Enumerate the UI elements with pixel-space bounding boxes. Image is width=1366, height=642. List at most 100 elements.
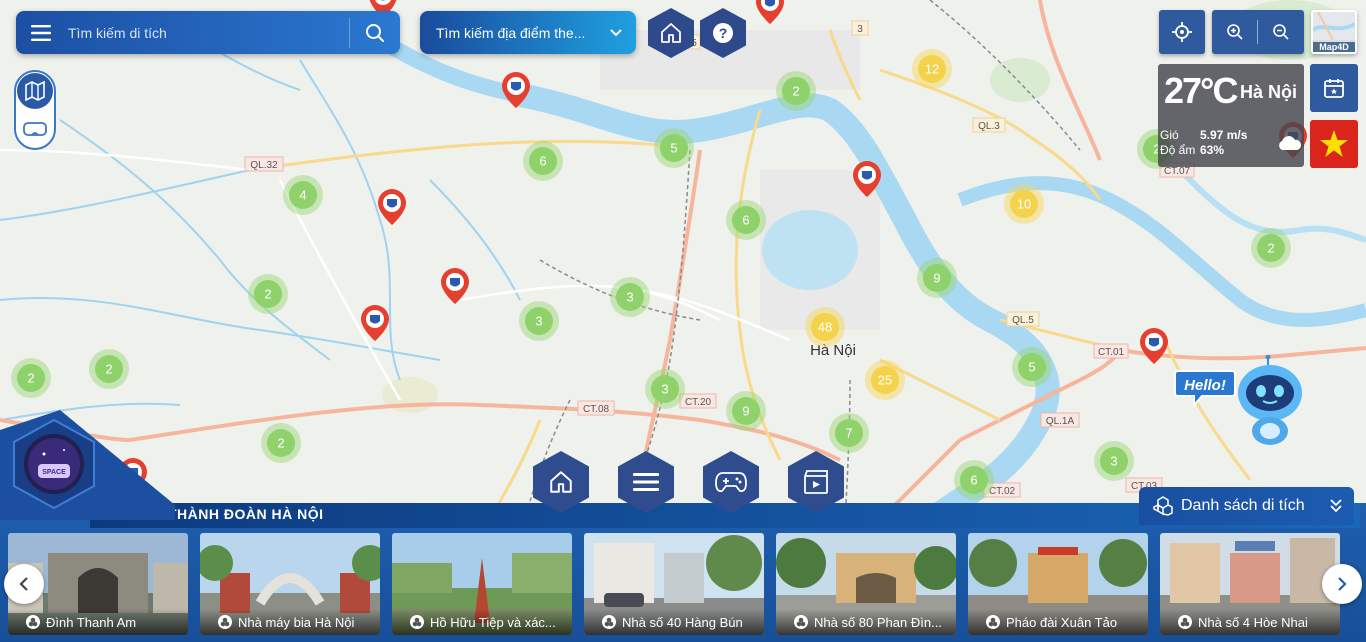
site-cluster[interactable]: 2	[1251, 228, 1291, 268]
carousel-prev-button[interactable]	[4, 564, 44, 604]
place-search-label: Tìm kiếm địa điểm the...	[436, 24, 586, 41]
site-card-caption: Pháo đài Xuân Tảo	[968, 609, 1148, 635]
zoom-in-icon	[1226, 24, 1243, 40]
svg-text:CT.08: CT.08	[583, 404, 610, 415]
site-cluster[interactable]: 2	[776, 71, 816, 111]
site-icon	[1178, 615, 1192, 629]
site-icon	[410, 615, 424, 629]
space-logo[interactable]: SPACE	[0, 410, 175, 520]
site-card[interactable]: Nhà số 4 Hòe Nhai	[1160, 533, 1340, 635]
site-cluster[interactable]: 2	[248, 274, 288, 314]
cluster-count: 9	[933, 271, 940, 286]
humidity-label: Độ ẩm	[1160, 143, 1196, 157]
svg-text:QL.32: QL.32	[250, 160, 278, 171]
svg-text:CT.01: CT.01	[1098, 347, 1125, 358]
cluster-count: 25	[878, 373, 892, 388]
vietnam-flag-button[interactable]	[1310, 120, 1358, 168]
site-cluster[interactable]: 6	[954, 460, 994, 500]
search-input[interactable]: Tìm kiếm di tích	[68, 25, 349, 41]
zoom-controls	[1212, 10, 1304, 54]
site-icon	[794, 615, 808, 629]
cluster-count: 5	[670, 141, 677, 156]
site-card[interactable]: Nhà số 80 Phan Đìn...	[776, 533, 956, 635]
svg-text:Hello!: Hello!	[1184, 377, 1226, 394]
site-card-title: Hồ Hữu Tiệp và xác...	[430, 614, 556, 630]
site-cluster[interactable]: 5	[1012, 347, 1052, 387]
menu-icon[interactable]	[16, 11, 68, 54]
site-cluster[interactable]: 4	[283, 175, 323, 215]
site-card-title: Đình Thanh Am	[46, 614, 137, 630]
site-card[interactable]: Nhà số 40 Hàng Bún	[584, 533, 764, 635]
cluster-count: 2	[264, 287, 271, 302]
site-cluster[interactable]: 7	[829, 413, 869, 453]
site-cluster[interactable]: 12	[912, 49, 952, 89]
site-card-title: Nhà số 80 Phan Đìn...	[814, 614, 942, 630]
wind-value: 5.97 m/s	[1200, 128, 1248, 142]
cluster-count: 9	[742, 404, 749, 419]
calendar-icon	[1324, 79, 1344, 98]
site-card-title: Nhà số 4 Hòe Nhai	[1198, 614, 1308, 630]
site-cluster[interactable]: 48	[805, 307, 845, 347]
chatbot-assistant[interactable]	[1235, 354, 1305, 455]
vr-view-button[interactable]	[17, 112, 53, 146]
site-cluster[interactable]: 2	[261, 423, 301, 463]
search-icon[interactable]	[350, 11, 400, 54]
locate-button[interactable]	[1159, 10, 1205, 54]
star-icon	[1320, 130, 1348, 157]
west-lake	[762, 210, 858, 290]
site-cluster[interactable]: 3	[610, 277, 650, 317]
site-cluster[interactable]: 6	[726, 200, 766, 240]
chevron-double-down-icon	[1330, 499, 1342, 513]
cubes-icon	[1153, 496, 1173, 516]
crosshair-icon	[1172, 22, 1192, 42]
home-icon	[550, 471, 572, 493]
cluster-count: 6	[539, 154, 546, 169]
site-icon	[26, 615, 40, 629]
site-card[interactable]: Pháo đài Xuân Tảo	[968, 533, 1148, 635]
place-search-dropdown[interactable]: Tìm kiếm địa điểm the...	[420, 11, 636, 54]
site-cluster[interactable]: 5	[654, 128, 694, 168]
cluster-count: 3	[626, 290, 633, 305]
site-cluster[interactable]: 9	[726, 391, 766, 431]
site-cluster[interactable]: 10	[1004, 184, 1044, 224]
basemap-label: Map4D	[1313, 42, 1355, 52]
site-cluster[interactable]: 2	[89, 349, 129, 389]
hello-bubble[interactable]: Hello!	[1174, 367, 1236, 412]
site-card[interactable]: Nhà máy bia Hà Nội	[200, 533, 380, 635]
svg-text:3: 3	[857, 24, 863, 35]
site-cluster[interactable]: 25	[865, 360, 905, 400]
cluster-count: 2	[277, 436, 284, 451]
svg-text:CT.07: CT.07	[1164, 166, 1191, 177]
svg-text:QL.5: QL.5	[1012, 315, 1034, 326]
wind-label: Gió	[1160, 128, 1179, 142]
site-icon	[602, 615, 616, 629]
site-icon	[218, 615, 232, 629]
site-cluster[interactable]: 3	[519, 301, 559, 341]
calendar-button[interactable]	[1310, 64, 1358, 112]
site-cluster[interactable]: 9	[917, 258, 957, 298]
site-list-toggle[interactable]: Danh sách di tích	[1139, 487, 1354, 525]
site-cluster[interactable]: 3	[645, 369, 685, 409]
svg-text:SPACE: SPACE	[42, 469, 66, 476]
map-icon	[25, 80, 45, 102]
site-cluster[interactable]: 2	[11, 358, 51, 398]
chevron-right-icon	[1338, 577, 1347, 591]
site-cluster[interactable]: 3	[1094, 441, 1134, 481]
site-card-title: Pháo đài Xuân Tảo	[1006, 614, 1118, 630]
map-view-button[interactable]	[17, 73, 53, 109]
site-card-caption: Nhà số 4 Hòe Nhai	[1160, 609, 1340, 635]
cluster-count: 6	[742, 213, 749, 228]
zoom-out-icon	[1272, 24, 1289, 40]
view-mode-toggle	[14, 70, 56, 150]
svg-text:QL.1A: QL.1A	[1046, 416, 1075, 427]
cluster-count: 4	[299, 188, 306, 203]
zoom-out-button[interactable]	[1258, 10, 1303, 54]
zoom-in-button[interactable]	[1212, 10, 1257, 54]
site-cluster[interactable]: 6	[523, 141, 563, 181]
carousel-next-button[interactable]	[1322, 564, 1362, 604]
cluster-count: 10	[1017, 197, 1031, 212]
site-card[interactable]: Hồ Hữu Tiệp và xác...	[392, 533, 572, 635]
basemap-switcher[interactable]: Map4D	[1311, 10, 1357, 54]
site-icon	[986, 615, 1000, 629]
cluster-count: 5	[1028, 360, 1035, 375]
